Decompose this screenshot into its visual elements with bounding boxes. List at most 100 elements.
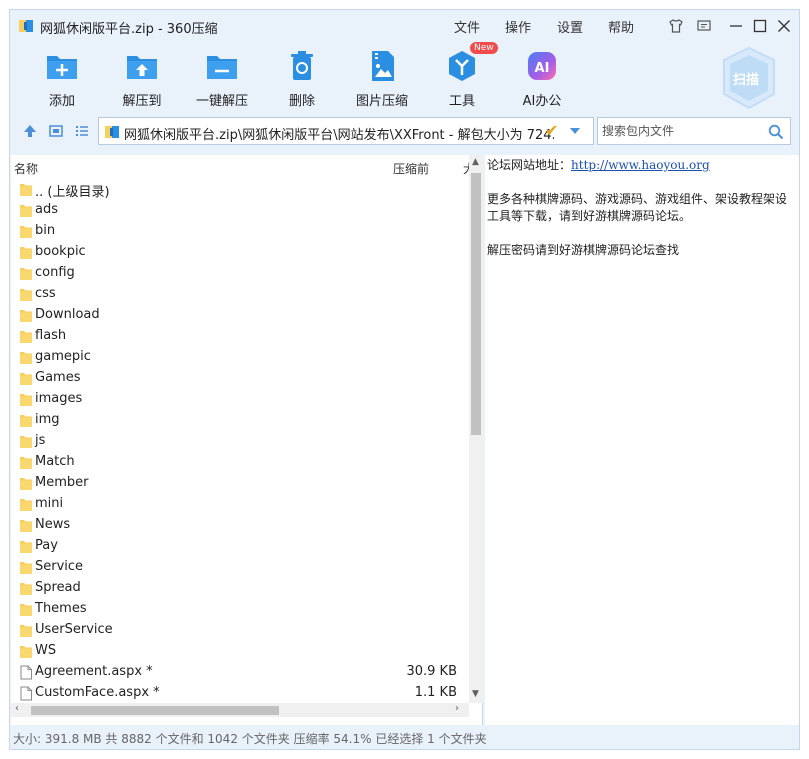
close-icon[interactable] (774, 16, 794, 36)
one-click-extract-button[interactable]: 一键解压 (182, 48, 262, 109)
file-icon (19, 686, 33, 701)
up-arrow-icon[interactable] (22, 123, 38, 139)
file-list-pane: 名称 压缩前 大 .. (上级目录) ads bin bookpic config css… (11, 155, 483, 725)
new-badge: New (470, 42, 498, 54)
item-name: Download (35, 307, 100, 322)
scroll-left-arrow-icon[interactable]: ‹ (15, 703, 19, 714)
comment-password-text: 解压密码请到好游棋牌源码论坛查找 (487, 243, 680, 257)
folder-icon (19, 497, 33, 512)
folder-icon (19, 392, 33, 407)
folder-row[interactable]: UserService (11, 620, 469, 641)
scan-button[interactable]: 扫描 (720, 46, 778, 110)
vertical-scrollbar[interactable]: ▲ ▼ (469, 155, 483, 703)
item-name: js (35, 433, 46, 448)
feedback-icon[interactable] (694, 16, 714, 36)
chevron-down-icon[interactable] (569, 126, 581, 136)
folder-row[interactable]: News (11, 515, 469, 536)
folder-icon (19, 308, 33, 323)
folder-icon (19, 245, 33, 260)
forum-address-label: 论坛网站地址： (487, 158, 572, 172)
folder-icon (19, 182, 33, 197)
comment-download-text: 更多各种棋牌源码、游戏源码、游戏组件、架设教程架设工具等下载，请到好游棋牌源码论… (487, 192, 788, 223)
thumbnail-view-icon[interactable] (48, 123, 64, 139)
folder-row[interactable]: Download (11, 305, 469, 326)
vertical-scroll-thumb[interactable] (471, 173, 481, 435)
folder-row[interactable]: css (11, 284, 469, 305)
search-input[interactable] (602, 122, 762, 140)
folder-icon (19, 644, 33, 659)
item-name: Service (35, 559, 84, 574)
item-name: ads (35, 202, 58, 217)
add-button[interactable]: 添加 (22, 48, 102, 109)
extract-folder-icon (127, 56, 157, 79)
folder-icon (19, 518, 33, 533)
folder-icon (19, 371, 33, 386)
folder-row[interactable]: ads (11, 200, 469, 221)
folder-row[interactable]: js (11, 431, 469, 452)
folder-row[interactable]: Match (11, 452, 469, 473)
item-name: Spread (35, 580, 81, 595)
menu-file[interactable]: 文件 (454, 17, 480, 36)
folder-row[interactable]: Pay (11, 536, 469, 557)
list-view-icon[interactable] (74, 123, 90, 139)
column-header: 名称 压缩前 大 (11, 155, 475, 179)
menu-settings[interactable]: 设置 (557, 17, 583, 36)
delete-button[interactable]: 删除 (262, 48, 342, 109)
ai-office-button[interactable]: AI AI办公 (502, 48, 582, 109)
folder-icon (19, 350, 33, 365)
folder-row[interactable]: bookpic (11, 242, 469, 263)
folder-icon (19, 203, 33, 218)
tools-button[interactable]: New 工具 (422, 42, 502, 109)
folder-row[interactable]: Games (11, 368, 469, 389)
file-rows: .. (上级目录) ads bin bookpic config css Download f… (11, 179, 469, 704)
address-bar[interactable]: 网狐休闲版平台.zip\网狐休闲版平台\网站发布\XXFront - 解包大小为… (98, 117, 594, 145)
file-row[interactable]: Agreement.aspx * 30.9 KB (11, 662, 469, 683)
folder-icon (19, 560, 33, 575)
folder-row[interactable]: images (11, 389, 469, 410)
folder-row[interactable]: config (11, 263, 469, 284)
folder-row[interactable]: bin (11, 221, 469, 242)
column-original-size[interactable]: 压缩前 (393, 160, 429, 177)
folder-row[interactable]: mini (11, 494, 469, 515)
column-name[interactable]: 名称 (14, 160, 38, 177)
menu-operation[interactable]: 操作 (505, 17, 531, 36)
minimize-icon[interactable] (726, 16, 746, 36)
horizontal-scrollbar[interactable]: ‹ › (11, 703, 469, 717)
folder-row[interactable]: Member (11, 473, 469, 494)
search-box[interactable] (597, 117, 791, 145)
window-title: 网狐休闲版平台.zip - 360压缩 (40, 22, 218, 37)
forum-link[interactable]: http://www.haoyou.org (571, 158, 710, 172)
folder-row[interactable]: Themes (11, 599, 469, 620)
archive-comment: 论坛网站地址：http://www.haoyou.org 更多各种棋牌源码、游戏… (487, 157, 795, 259)
verified-check-icon: ✔ (545, 121, 559, 140)
item-name: .. (上级目录) (35, 185, 110, 200)
search-icon[interactable] (768, 124, 784, 140)
image-compress-button[interactable]: 图片压缩 (342, 48, 422, 109)
folder-row[interactable]: WS (11, 641, 469, 662)
item-name: News (35, 517, 71, 532)
menu-help[interactable]: 帮助 (608, 17, 634, 36)
item-name: Member (35, 475, 89, 490)
horizontal-scroll-thumb[interactable] (31, 706, 279, 715)
item-size: 1.1 KB (414, 685, 457, 700)
extract-to-button[interactable]: 解压到 (102, 48, 182, 109)
folder-row[interactable]: img (11, 410, 469, 431)
folder-row[interactable]: flash (11, 326, 469, 347)
skin-shirt-icon[interactable] (666, 16, 686, 36)
scroll-up-arrow-icon[interactable]: ▲ (472, 157, 479, 167)
scan-label: 扫描 (733, 73, 760, 88)
folder-icon (19, 602, 33, 617)
item-name: Themes (35, 601, 87, 616)
folder-row[interactable]: Spread (11, 578, 469, 599)
folder-row[interactable]: gamepic (11, 347, 469, 368)
item-name: Pay (35, 538, 58, 553)
folder-row[interactable]: Service (11, 557, 469, 578)
maximize-icon[interactable] (750, 16, 770, 36)
file-row[interactable]: CustomFace.aspx * 1.1 KB (11, 683, 469, 704)
folder-row[interactable]: .. (上级目录) (11, 179, 469, 200)
scroll-down-arrow-icon[interactable]: ▼ (472, 689, 479, 699)
zip-app-icon (19, 20, 33, 32)
item-name: Agreement.aspx * (35, 664, 153, 679)
scroll-right-arrow-icon[interactable]: › (455, 703, 459, 714)
item-name: mini (35, 496, 64, 511)
